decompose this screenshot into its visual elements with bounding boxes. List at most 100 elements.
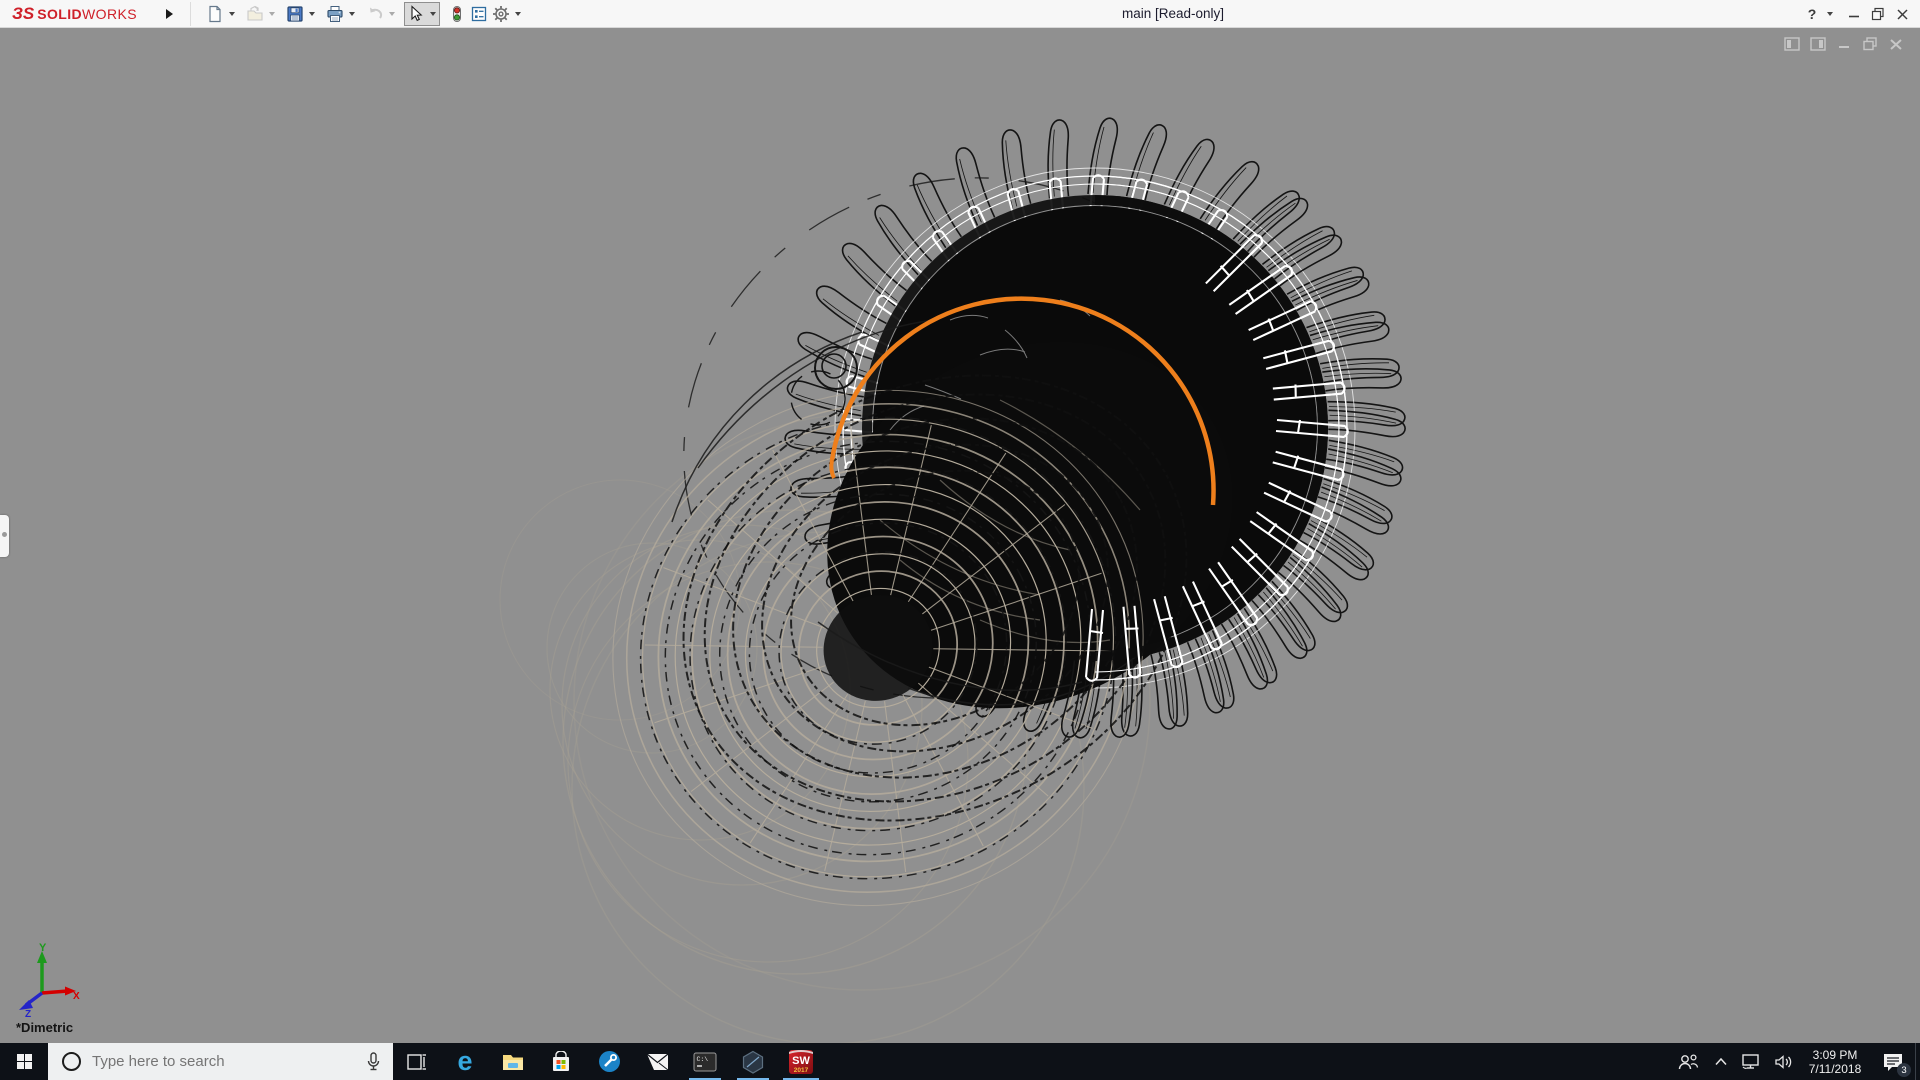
ds-mark-icon: ЗS [12, 4, 35, 23]
mail-icon [646, 1053, 668, 1070]
select-button[interactable] [405, 2, 427, 26]
undo-icon [370, 7, 383, 19]
pane-left-button[interactable] [1782, 35, 1802, 53]
menu-flyout-button[interactable] [160, 4, 178, 24]
save-button[interactable] [284, 2, 306, 26]
clock[interactable]: 3:09 PM 7/11/2018 [1799, 1043, 1871, 1080]
doc-restore-button[interactable] [1860, 35, 1880, 53]
edge-button[interactable]: e [441, 1043, 489, 1080]
reference-triad: Y X Z [19, 942, 80, 1017]
show-desktop-button[interactable] [1915, 1043, 1920, 1080]
minimize-button[interactable] [1842, 1, 1866, 27]
task-view-button[interactable] [393, 1043, 441, 1080]
action-center-button[interactable]: 3 [1871, 1043, 1915, 1080]
hidden-icons-button[interactable] [1707, 1043, 1735, 1080]
volume-button[interactable] [1767, 1043, 1799, 1080]
save-icon [287, 6, 303, 22]
new-document-icon [209, 5, 221, 23]
save-dropdown[interactable] [306, 2, 318, 26]
close-button[interactable] [1890, 1, 1914, 27]
system-tray: 3:09 PM 7/11/2018 3 [1669, 1043, 1920, 1080]
feature-panel-tab[interactable] [0, 515, 9, 557]
sw-year: 2017 [794, 1067, 809, 1074]
triad-z-label: Z [25, 1009, 31, 1017]
triad-x-label: X [73, 991, 80, 1002]
document-title: main [Read-only] [1122, 6, 1225, 21]
help-dropdown[interactable] [1824, 2, 1836, 26]
store-icon [553, 1050, 569, 1071]
close-icon [1896, 8, 1908, 20]
undo-dropdown[interactable] [386, 2, 398, 26]
sw-letters: SW [792, 1055, 810, 1067]
windows-logo-icon [16, 1054, 32, 1069]
solidworks-window: { "window": { "title": "main [Read-only]… [0, 0, 1920, 1080]
brand-bold: SOLID [37, 6, 83, 22]
doc-close-button[interactable] [1886, 35, 1906, 53]
people-button[interactable] [1669, 1043, 1707, 1080]
microphone-icon[interactable] [366, 1051, 381, 1072]
doc-minimize-icon [1839, 46, 1849, 48]
jet-engine-wireframe-model[interactable] [0, 28, 1920, 1043]
document-window-controls [1782, 35, 1906, 53]
open-dropdown[interactable] [266, 2, 278, 26]
graphics-area[interactable]: Y X Z *Dimetric [0, 28, 1920, 1043]
restore-icon [1871, 7, 1884, 21]
panel-tab-grip-icon [2, 532, 7, 537]
settings-tool-button[interactable] [585, 1043, 633, 1080]
file-properties-icon [471, 6, 487, 22]
open-icon [247, 5, 263, 21]
cmd-prompt-text: C:\ [697, 1056, 709, 1063]
help-button[interactable]: ? [1800, 1, 1824, 27]
new-document-dropdown[interactable] [226, 2, 238, 26]
search-input[interactable] [92, 1053, 366, 1070]
view-orientation-label: *Dimetric [16, 1020, 74, 1035]
print-dropdown[interactable] [346, 2, 358, 26]
title-bar: ЗS SOLID WORKS main [Read-only] ? [0, 0, 1920, 28]
hexagon-app-icon [742, 1050, 764, 1074]
command-prompt-icon: C:\ [693, 1052, 717, 1071]
tray-time: 3:09 PM [1812, 1047, 1858, 1062]
options-dropdown[interactable] [512, 2, 524, 26]
quick-access-toolbar [204, 0, 530, 28]
taskbar-apps: e C:\ SW 2017 [393, 1043, 825, 1080]
rebuild-button[interactable] [446, 2, 468, 26]
file-properties-button[interactable] [468, 2, 490, 26]
pane-right-button[interactable] [1808, 35, 1828, 53]
solidworks-logo: ЗS SOLID WORKS [12, 0, 137, 28]
taskbar-search[interactable] [48, 1043, 393, 1080]
window-controls: ? [1800, 0, 1914, 28]
print-icon [327, 6, 343, 22]
windows-taskbar: e [0, 1043, 1920, 1080]
select-dropdown[interactable] [427, 2, 439, 26]
minimize-icon [1849, 15, 1859, 18]
mail-button[interactable] [633, 1043, 681, 1080]
hexagon-app-button[interactable] [729, 1043, 777, 1080]
network-icon [1742, 1054, 1759, 1069]
file-explorer-button[interactable] [489, 1043, 537, 1080]
cortana-icon [62, 1052, 81, 1071]
new-document-button[interactable] [204, 2, 226, 26]
solidworks-2017-button[interactable]: SW 2017 [777, 1043, 825, 1080]
start-button[interactable] [0, 1043, 48, 1080]
print-button[interactable] [324, 2, 346, 26]
doc-restore-icon [1863, 37, 1877, 51]
doc-minimize-button[interactable] [1834, 35, 1854, 53]
undo-button[interactable] [364, 2, 386, 26]
tray-date: 7/11/2018 [1808, 1061, 1862, 1076]
command-prompt-button[interactable]: C:\ [681, 1043, 729, 1080]
restore-button[interactable] [1866, 1, 1890, 27]
traffic-light-icon [453, 6, 461, 22]
gear-icon [493, 6, 509, 22]
microsoft-store-button[interactable] [537, 1043, 585, 1080]
chevron-up-icon [1715, 1057, 1727, 1066]
options-button[interactable] [490, 2, 512, 26]
edge-icon: e [457, 1046, 473, 1076]
network-button[interactable] [1735, 1043, 1767, 1080]
doc-close-icon [1890, 38, 1902, 50]
file-explorer-icon [503, 1054, 523, 1070]
speaker-icon [1774, 1054, 1791, 1069]
task-view-icon [407, 1053, 426, 1070]
pane-right-icon [1810, 37, 1826, 51]
wrench-circle-icon [598, 1051, 620, 1072]
open-button[interactable] [244, 2, 266, 26]
